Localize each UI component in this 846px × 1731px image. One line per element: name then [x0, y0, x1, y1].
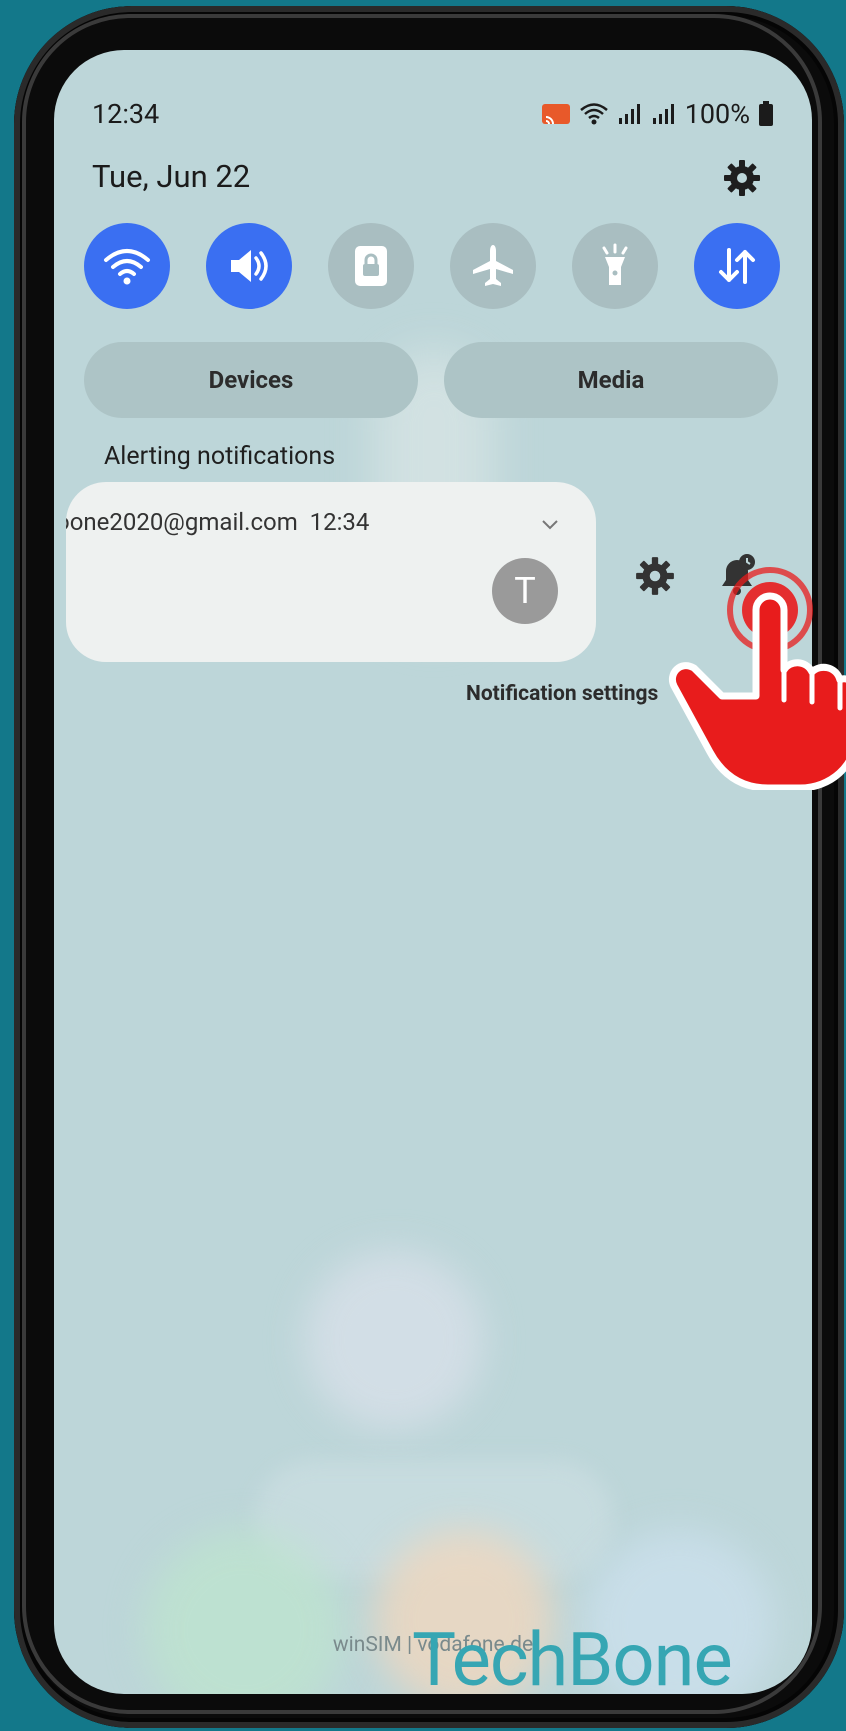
devices-button[interactable]: Devices: [84, 342, 418, 418]
gear-icon[interactable]: [722, 158, 762, 198]
cell-signal-icon: [618, 104, 640, 124]
status-bar: 12:34 100%: [92, 98, 774, 138]
notification-sender: oone2020@gmail.com: [66, 508, 298, 536]
notification-settings-label[interactable]: Notification settings: [466, 682, 658, 706]
airplane-toggle[interactable]: [450, 223, 536, 309]
cell-signal-icon: [652, 104, 674, 124]
battery-percent: 100%: [684, 98, 750, 130]
background-blob: [304, 1250, 484, 1430]
wifi-signal-icon: [579, 103, 608, 125]
media-button[interactable]: Media: [444, 342, 778, 418]
notification-card[interactable]: oone2020@gmail.com 12:34 T: [66, 482, 596, 662]
status-icons: 100%: [541, 98, 774, 130]
lock-icon: [355, 246, 387, 286]
screen-cast-icon: [541, 104, 570, 125]
watermark: TechBone: [412, 1617, 733, 1704]
flashlight-toggle[interactable]: [572, 223, 658, 309]
chevron-down-icon[interactable]: [540, 514, 560, 534]
notification-header: oone2020@gmail.com 12:34: [66, 508, 369, 536]
section-title: Alerting notifications: [104, 442, 336, 471]
wifi-toggle[interactable]: [84, 223, 170, 309]
notification-shade: 12:34 100% Tue, Jun 22 Devices Media Ale…: [54, 50, 812, 1694]
status-time: 12:34: [92, 98, 160, 130]
quick-settings-row: [84, 223, 784, 313]
flashlight-icon: [602, 243, 628, 285]
lock-toggle[interactable]: [328, 223, 414, 309]
avatar: T: [492, 558, 558, 624]
battery-icon: [759, 101, 773, 126]
speaker-icon: [231, 250, 268, 282]
wifi-icon: [104, 249, 150, 285]
airplane-icon: [473, 245, 513, 286]
sound-toggle[interactable]: [206, 223, 292, 309]
notification-time: 12:34: [309, 508, 370, 536]
data-arrows-icon: [719, 248, 755, 284]
tap-hand-icon: [669, 567, 846, 790]
date-label: Tue, Jun 22: [92, 158, 251, 195]
mobile-data-toggle[interactable]: [694, 223, 780, 309]
